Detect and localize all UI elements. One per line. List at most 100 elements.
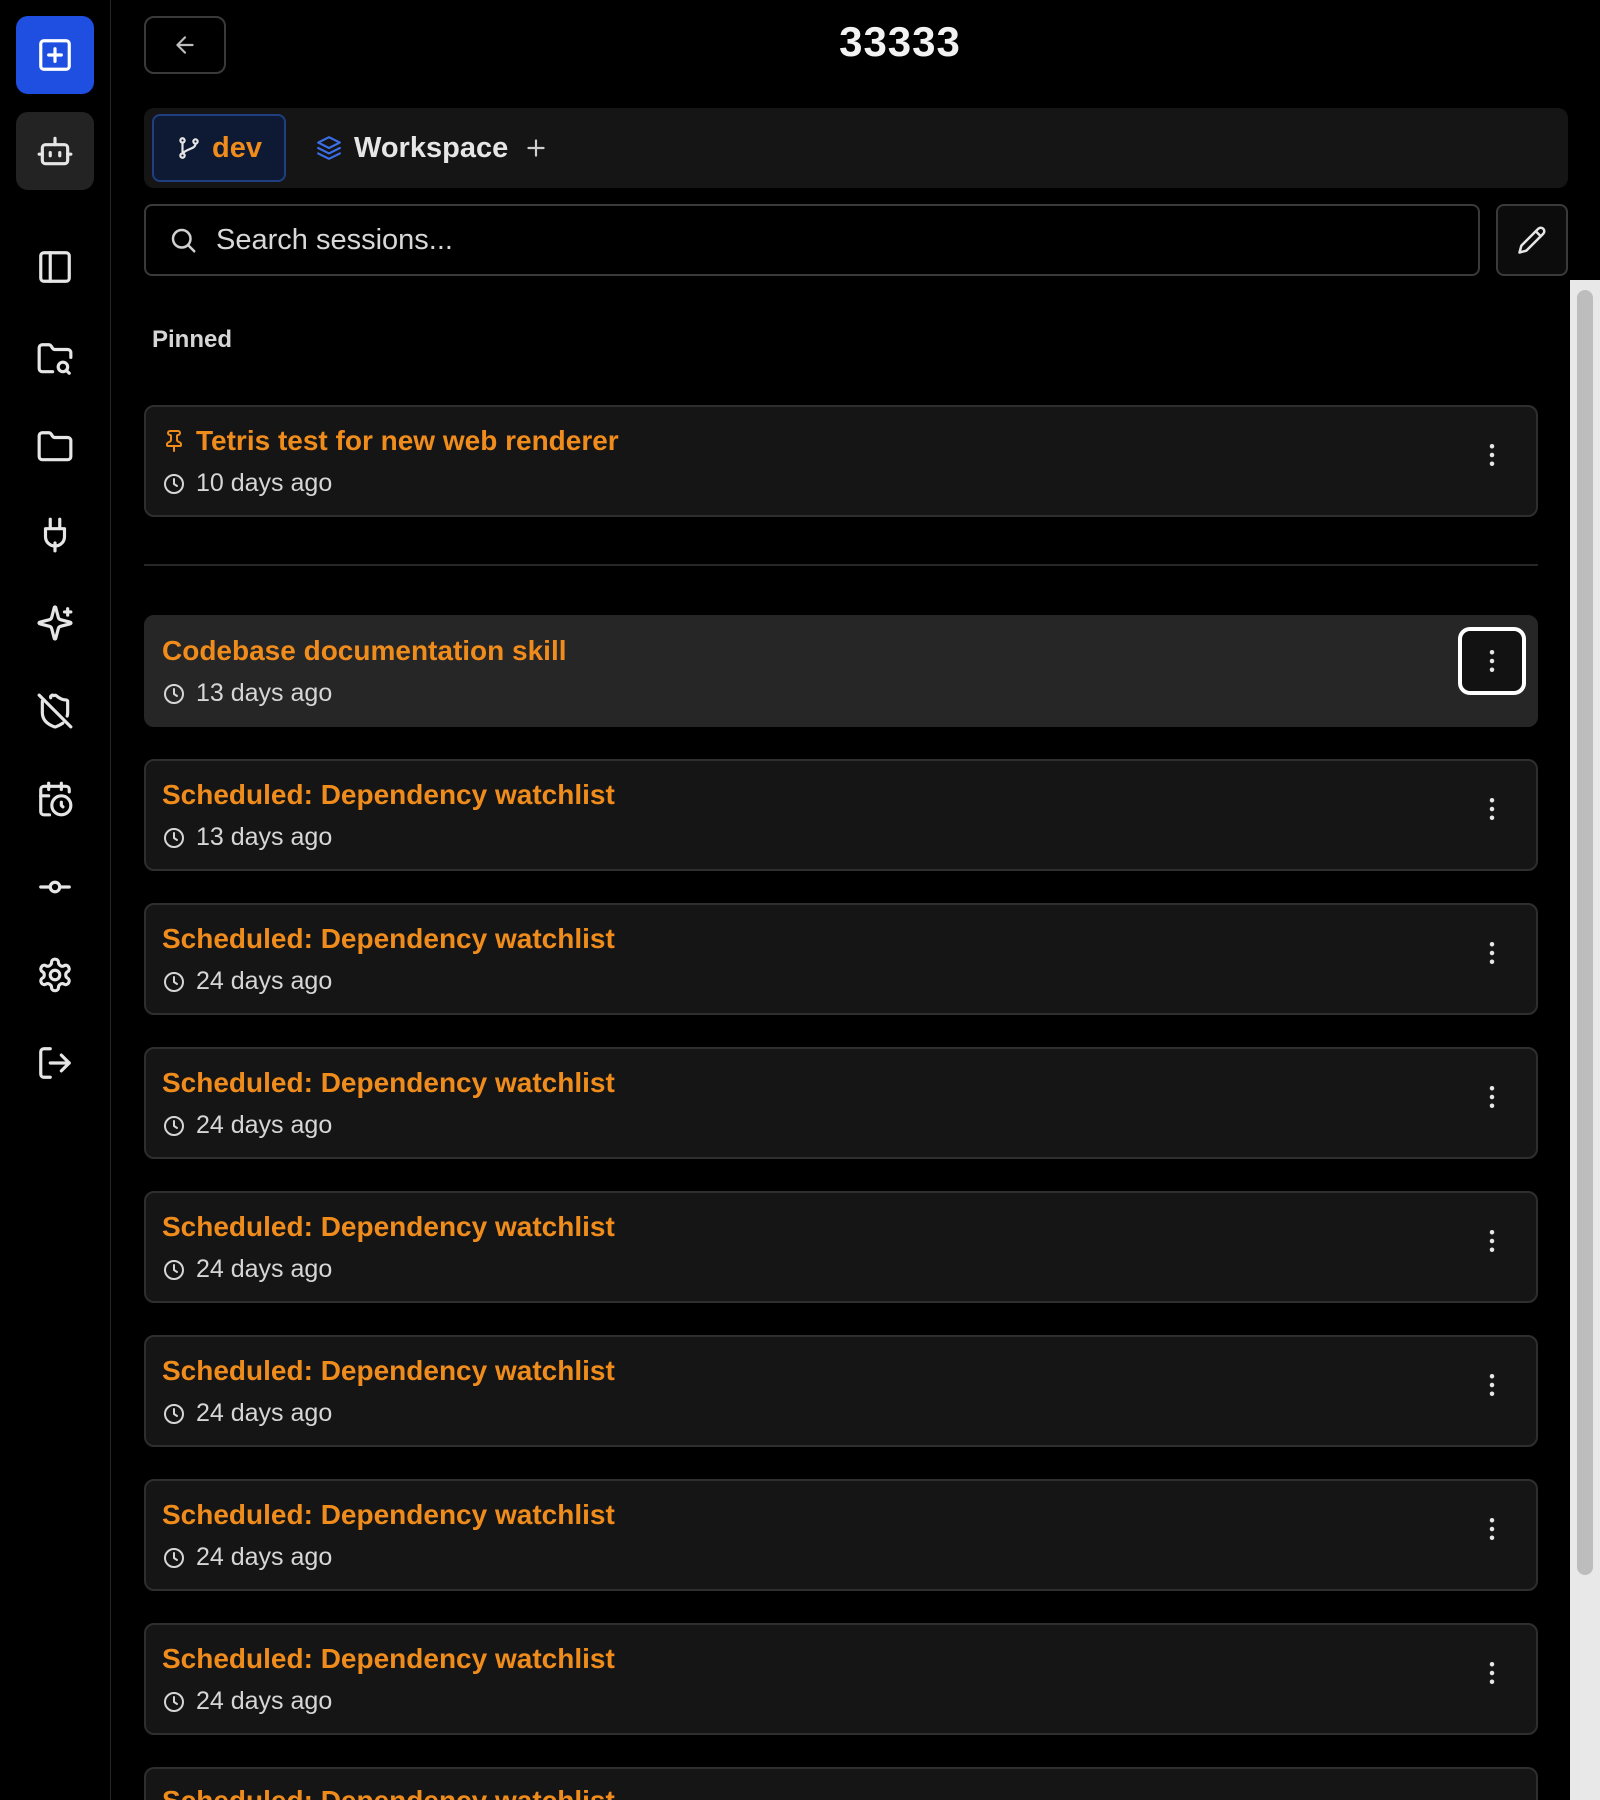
more-vertical-icon xyxy=(1489,1086,1495,1108)
session-time: 13 days ago xyxy=(196,823,333,851)
toggle-sidebar-button[interactable] xyxy=(16,228,94,306)
session-title: Scheduled: Dependency watchlist xyxy=(162,1785,615,1800)
files-button[interactable] xyxy=(16,408,94,486)
session-meta: 24 days ago xyxy=(162,1255,332,1284)
pencil-icon xyxy=(1518,226,1546,254)
more-vertical-icon xyxy=(1489,1374,1495,1396)
folder-search-button[interactable] xyxy=(16,320,94,398)
folder-search-icon xyxy=(37,343,73,375)
session-meta: 13 days ago xyxy=(162,823,332,852)
tab-workspace[interactable]: Workspace xyxy=(316,114,508,182)
more-vertical-icon xyxy=(1489,444,1495,466)
search-box xyxy=(144,204,1480,276)
clock-icon xyxy=(164,1403,184,1424)
pin-icon xyxy=(166,430,182,452)
session-time: 24 days ago xyxy=(196,1399,333,1427)
session-title-row: Scheduled: Dependency watchlist xyxy=(162,1499,615,1531)
layers-icon xyxy=(317,136,341,160)
session-title: Tetris test for new web renderer xyxy=(196,425,619,456)
session-title: Scheduled: Dependency watchlist xyxy=(162,1355,615,1386)
session-meta: 24 days ago xyxy=(162,967,332,996)
session-time: 10 days ago xyxy=(196,469,333,497)
session-title: Scheduled: Dependency watchlist xyxy=(162,1211,615,1242)
session-title-row: Scheduled: Dependency watchlist xyxy=(162,1643,615,1675)
calendar-clock-icon xyxy=(39,781,73,817)
page-title: 33333 xyxy=(839,18,961,65)
session-more-button[interactable] xyxy=(1458,1495,1526,1563)
agents-button[interactable] xyxy=(16,112,94,190)
add-tab-button[interactable] xyxy=(516,114,556,182)
session-card[interactable]: Scheduled: Dependency watchlist 13 days … xyxy=(144,759,1538,871)
session-time: 24 days ago xyxy=(196,1255,333,1283)
skills-button[interactable] xyxy=(16,584,94,662)
logout-button[interactable] xyxy=(16,1024,94,1102)
session-card[interactable]: Codebase documentation skill 13 days ago xyxy=(144,615,1538,727)
tab-workspace-label: Workspace xyxy=(354,131,509,164)
left-rail xyxy=(0,0,111,1800)
permissions-button[interactable] xyxy=(16,672,94,750)
more-vertical-icon xyxy=(1489,1230,1495,1252)
back-button[interactable] xyxy=(144,16,226,74)
search-input[interactable] xyxy=(214,222,1418,258)
session-more-button[interactable] xyxy=(1458,775,1526,843)
session-meta: 24 days ago xyxy=(162,1399,332,1428)
session-meta: 24 days ago xyxy=(162,1687,332,1716)
session-meta: 13 days ago xyxy=(162,679,332,708)
edit-button[interactable] xyxy=(1496,204,1568,276)
more-vertical-icon xyxy=(1489,1518,1495,1540)
schedules-button[interactable] xyxy=(16,760,94,838)
session-card[interactable]: Scheduled: Dependency watchlist 24 days … xyxy=(144,1335,1538,1447)
plus-icon xyxy=(527,139,545,157)
more-vertical-icon xyxy=(1489,650,1495,672)
session-card[interactable]: Scheduled: Dependency watchlist 24 days … xyxy=(144,1191,1538,1303)
session-title-row: Scheduled: Dependency watchlist xyxy=(162,1785,615,1800)
session-more-button[interactable] xyxy=(1458,919,1526,987)
session-card-pinned[interactable]: Tetris test for new web renderer 10 days… xyxy=(144,405,1538,517)
clock-icon xyxy=(164,683,184,704)
session-title-row: Scheduled: Dependency watchlist xyxy=(162,1355,615,1387)
clock-icon xyxy=(164,971,184,992)
session-meta: 24 days ago xyxy=(162,1543,332,1572)
folder-icon xyxy=(37,431,73,462)
tab-branch-label: dev xyxy=(212,131,262,164)
new-session-button[interactable] xyxy=(16,16,94,94)
session-more-button[interactable] xyxy=(1458,627,1526,695)
pinned-section-label: Pinned xyxy=(152,326,233,353)
clock-icon xyxy=(164,1547,184,1568)
session-more-button[interactable] xyxy=(1458,1063,1526,1131)
session-title-row: Codebase documentation skill xyxy=(162,635,567,667)
section-divider xyxy=(144,564,1538,566)
plug-icon xyxy=(43,517,67,553)
session-card[interactable]: Scheduled: Dependency watchlist 24 days … xyxy=(144,1479,1538,1591)
session-card[interactable]: Scheduled: Dependency watchlist xyxy=(144,1767,1538,1800)
session-card[interactable]: Scheduled: Dependency watchlist 24 days … xyxy=(144,1047,1538,1159)
new-session-icon xyxy=(39,39,71,71)
tab-bar: dev Workspace xyxy=(144,108,1568,188)
session-more-button[interactable] xyxy=(1458,421,1526,489)
more-vertical-icon xyxy=(1489,1662,1495,1684)
git-branch-icon xyxy=(179,137,199,159)
gear-icon xyxy=(39,957,71,993)
clock-icon xyxy=(164,1691,184,1712)
session-time: 24 days ago xyxy=(196,1687,333,1715)
session-time: 24 days ago xyxy=(196,967,333,995)
logout-icon xyxy=(39,1047,71,1079)
git-commit-icon xyxy=(39,880,71,894)
session-more-button[interactable] xyxy=(1458,1351,1526,1419)
tab-branch-dev[interactable]: dev xyxy=(152,114,286,182)
settings-button[interactable] xyxy=(16,936,94,1014)
search-icon xyxy=(171,228,196,253)
session-time: 13 days ago xyxy=(196,679,333,707)
arrow-left-icon xyxy=(176,36,194,54)
clock-icon xyxy=(164,827,184,848)
session-card[interactable]: Scheduled: Dependency watchlist 24 days … xyxy=(144,903,1538,1015)
session-title: Scheduled: Dependency watchlist xyxy=(162,1067,615,1098)
commits-button[interactable] xyxy=(16,848,94,926)
scrollbar-thumb[interactable] xyxy=(1577,290,1593,1575)
session-more-button[interactable] xyxy=(1458,1207,1526,1275)
session-title: Scheduled: Dependency watchlist xyxy=(162,923,615,954)
session-title: Scheduled: Dependency watchlist xyxy=(162,1499,615,1530)
session-card[interactable]: Scheduled: Dependency watchlist 24 days … xyxy=(144,1623,1538,1735)
integrations-button[interactable] xyxy=(16,496,94,574)
session-more-button[interactable] xyxy=(1458,1639,1526,1707)
